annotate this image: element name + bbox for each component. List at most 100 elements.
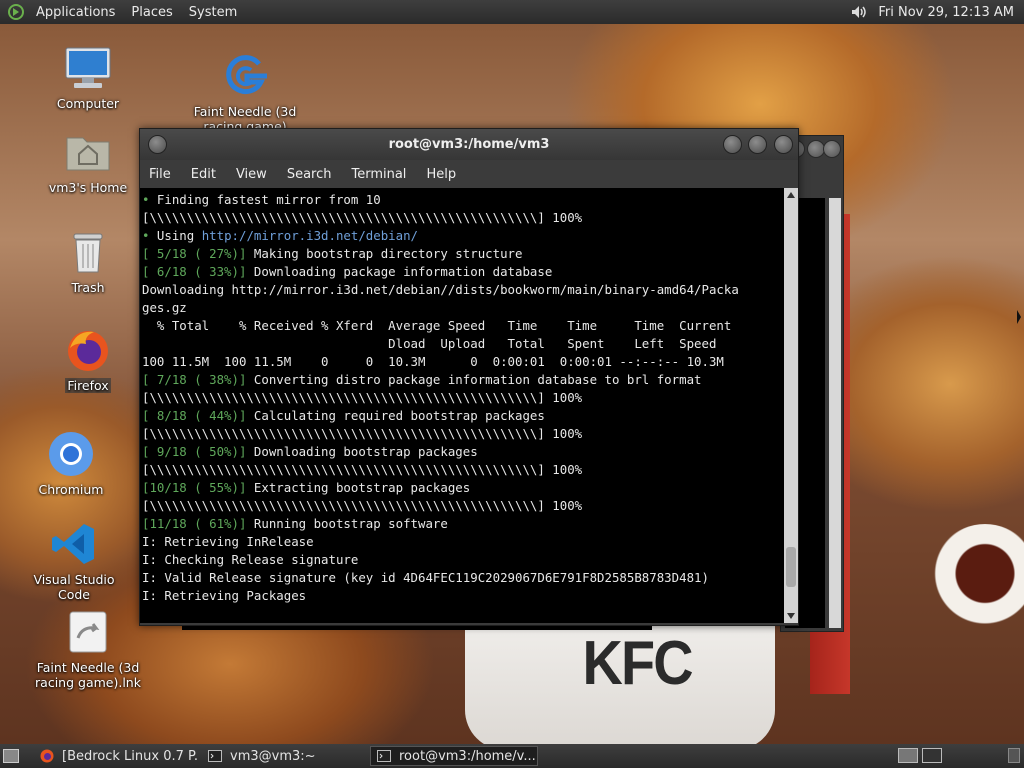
desktop-icon-computer[interactable]: Computer <box>33 44 143 111</box>
window-title: root@vm3:/home/vm3 <box>388 137 550 152</box>
terminal-line: [\\\\\\\\\\\\\\\\\\\\\\\\\\\\\\\\\\\\\\\… <box>142 461 784 479</box>
terminal-segment: I: Valid Release signature (key id 4D64F… <box>142 570 709 585</box>
shortcut-icon <box>64 608 112 656</box>
terminal-segment: [\\\\\\\\\\\\\\\\\\\\\\\\\\\\\\\\\\\\\\\… <box>142 462 583 477</box>
mouse-cursor-icon <box>1017 310 1021 324</box>
desktop-icon-label: Faint Needle (3d racing game).lnk <box>35 660 141 690</box>
menu-edit[interactable]: Edit <box>181 167 226 182</box>
terminal-segment: Extracting bootstrap packages <box>246 480 471 495</box>
terminal-segment: Running bootstrap software <box>246 516 448 531</box>
scroll-up-arrow-icon[interactable] <box>787 192 795 198</box>
menu-system[interactable]: System <box>181 5 245 20</box>
terminal-segment: [ 7/18 ( 38%)] <box>142 372 247 387</box>
wallpaper-bucket-text: KFC <box>582 629 694 698</box>
terminal-line: [\\\\\\\\\\\\\\\\\\\\\\\\\\\\\\\\\\\\\\\… <box>142 497 784 515</box>
desktop-icon-vscode[interactable]: Visual Studio Code <box>19 520 129 602</box>
terminal-segment: Converting distro package information da… <box>246 372 702 387</box>
workspace-switcher-icon[interactable] <box>922 748 942 763</box>
desktop-icon-trash[interactable]: Trash <box>33 228 143 295</box>
terminal-output[interactable]: • Finding fastest mirror from 10 [\\\\\\\… <box>140 188 784 623</box>
desktop-icon-label: vm3's Home <box>48 180 128 195</box>
menu-help[interactable]: Help <box>416 167 466 182</box>
task-terminal-vm3[interactable]: vm3@vm3:~ <box>202 746 366 766</box>
terminal-segment: I: Retrieving Packages <box>142 588 307 603</box>
terminal-line: [10/18 ( 55%)] Extracting bootstrap pack… <box>142 479 784 497</box>
wallpaper-sauce-bowl <box>930 524 1024 634</box>
terminal-line: [\\\\\\\\\\\\\\\\\\\\\\\\\\\\\\\\\\\\\\\… <box>142 389 784 407</box>
bottom-taskbar: [Bedrock Linux 0.7 P... vm3@vm3:~ root@v… <box>0 744 1024 768</box>
terminal-segment: ges.gz <box>142 300 187 315</box>
menu-view[interactable]: View <box>226 167 277 182</box>
terminal-segment: [11/18 ( 61%)] <box>142 516 247 531</box>
terminal-segment: [10/18 ( 55%)] <box>142 480 247 495</box>
terminal-segment: [\\\\\\\\\\\\\\\\\\\\\\\\\\\\\\\\\\\\\\\… <box>142 426 583 441</box>
firefox-icon <box>40 749 54 763</box>
terminal-line: [\\\\\\\\\\\\\\\\\\\\\\\\\\\\\\\\\\\\\\\… <box>142 209 784 227</box>
terminal-line: I: Valid Release signature (key id 4D64F… <box>142 569 784 587</box>
top-panel: Applications Places System Fri Nov 29, 1… <box>0 0 1024 24</box>
bedrock-logo-icon[interactable] <box>8 4 24 20</box>
menu-file[interactable]: File <box>140 167 181 182</box>
menu-terminal[interactable]: Terminal <box>341 167 416 182</box>
scroll-down-arrow-icon[interactable] <box>787 613 795 619</box>
minimize-icon[interactable] <box>723 135 742 154</box>
menu-applications[interactable]: Applications <box>28 5 123 20</box>
close-icon[interactable] <box>823 140 841 158</box>
panel-clock[interactable]: Fri Nov 29, 12:13 AM <box>878 5 1024 20</box>
desktop-icon-home[interactable]: vm3's Home <box>33 128 143 195</box>
task-firefox[interactable]: [Bedrock Linux 0.7 P... <box>34 746 198 766</box>
home-folder-icon <box>64 128 112 176</box>
menu-search[interactable]: Search <box>277 167 342 182</box>
terminal-segment: [\\\\\\\\\\\\\\\\\\\\\\\\\\\\\\\\\\\\\\\… <box>142 498 583 513</box>
computer-monitor-icon <box>64 44 112 92</box>
tray-indicator-icon[interactable] <box>1008 748 1020 763</box>
terminal-line: [ 5/18 ( 27%)] Making bootstrap director… <box>142 245 784 263</box>
terminal-line: ges.gz <box>142 299 784 317</box>
terminal-titlebar[interactable]: root@vm3:/home/vm3 <box>140 129 798 160</box>
speaker-volume-icon[interactable] <box>850 3 868 21</box>
terminal-segment: Downloading bootstrap packages <box>246 444 478 459</box>
trash-can-icon <box>64 228 112 276</box>
desktop-icon-faint-needle[interactable]: Faint Needle (3d racing game) <box>190 52 300 134</box>
desktop-icon-chromium[interactable]: Chromium <box>16 430 126 497</box>
terminal-icon <box>377 749 391 763</box>
terminal-segment: Dload Upload Total Spent Left Speed <box>142 336 717 351</box>
terminal-line: [ 7/18 ( 38%)] Converting distro package… <box>142 371 784 389</box>
terminal-segment: I: Retrieving InRelease <box>142 534 314 549</box>
desktop-icon-label: Chromium <box>38 482 104 497</box>
task-terminal-root[interactable]: root@vm3:/home/v... <box>370 746 538 766</box>
terminal-segment: [ 9/18 ( 50%)] <box>142 444 247 459</box>
terminal-segment: Using <box>156 228 202 243</box>
terminal-segment: I: Checking Release signature <box>142 552 359 567</box>
close-icon[interactable] <box>774 135 793 154</box>
background-terminal-scrollbar[interactable] <box>829 198 841 628</box>
chromium-icon <box>47 430 95 478</box>
terminal-line: % Total % Received % Xferd Average Speed… <box>142 317 784 335</box>
terminal-segment: Making bootstrap directory structure <box>246 246 523 261</box>
desktop-icon-label: Trash <box>71 280 105 295</box>
terminal-segment: • <box>142 228 157 243</box>
terminal-segment: 100 11.5M 100 11.5M 0 0 10.3M 0 0:00:01 … <box>142 354 724 369</box>
terminal-line: Dload Upload Total Spent Left Speed <box>142 335 784 353</box>
terminal-scrollbar[interactable] <box>784 188 798 623</box>
desktop-icon-firefox[interactable]: Firefox <box>33 326 143 393</box>
terminal-segment: Downloading http://mirror.i3d.net/debian… <box>142 282 739 297</box>
vscode-icon <box>50 520 98 568</box>
terminal-segment: [ 8/18 ( 44%)] <box>142 408 247 423</box>
workspace-switcher-icon[interactable] <box>898 748 918 763</box>
desktop-icon-label: Computer <box>56 96 120 111</box>
desktop-icon-label: Visual Studio Code <box>33 572 115 602</box>
scrollbar-thumb[interactable] <box>786 546 796 587</box>
menu-places[interactable]: Places <box>123 5 180 20</box>
terminal-line: I: Checking Release signature <box>142 551 784 569</box>
terminal-segment: Calculating required bootstrap packages <box>246 408 545 423</box>
terminal-line: [ 9/18 ( 50%)] Downloading bootstrap pac… <box>142 443 784 461</box>
maximize-icon[interactable] <box>748 135 767 154</box>
terminal-line: [ 8/18 ( 44%)] Calculating required boot… <box>142 407 784 425</box>
desktop-icon-faint-needle-lnk[interactable]: Faint Needle (3d racing game).lnk <box>33 608 143 690</box>
terminal-segment: Finding fastest mirror from 10 <box>156 192 381 207</box>
show-desktop-icon[interactable] <box>3 749 19 763</box>
terminal-segment: % Total % Received % Xferd Average Speed… <box>142 318 732 333</box>
terminal-window[interactable]: root@vm3:/home/vm3 File Edit View Search… <box>139 128 799 626</box>
desktop-icon-label: Firefox <box>65 378 111 393</box>
